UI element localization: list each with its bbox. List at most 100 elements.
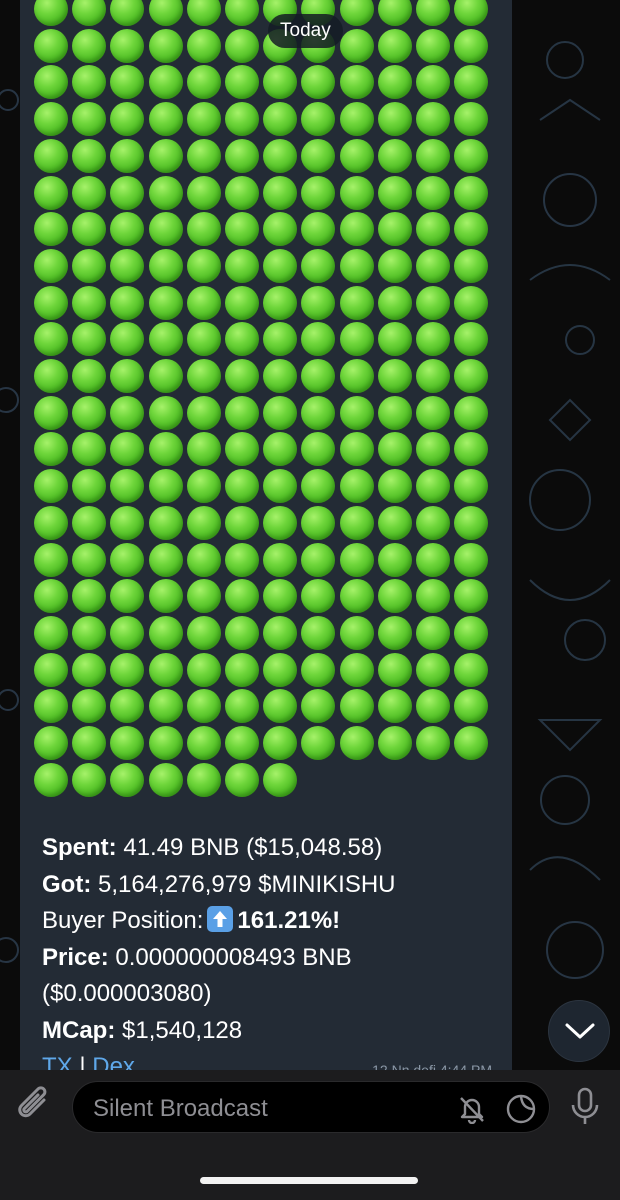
green-dot (148, 579, 183, 614)
green-dot (186, 615, 221, 650)
green-dot (416, 28, 450, 63)
green-dot (416, 65, 450, 100)
green-dot (186, 689, 221, 724)
green-dot (72, 579, 107, 614)
green-dot (72, 615, 107, 650)
green-dot (416, 102, 450, 137)
green-dot (301, 212, 336, 247)
green-dot (377, 615, 412, 650)
green-dot (225, 469, 259, 504)
green-dot (34, 248, 68, 283)
green-dot (454, 0, 489, 26)
green-dot (416, 726, 450, 760)
bell-slash-icon (460, 1097, 484, 1125)
green-dot (186, 175, 221, 210)
green-dot (454, 469, 489, 504)
green-dot (454, 542, 489, 577)
green-dot (339, 359, 374, 393)
green-dot (377, 689, 412, 724)
scroll-down-button[interactable] (548, 1000, 610, 1062)
green-dot (301, 469, 336, 504)
green-dot (34, 469, 68, 504)
green-dot (225, 395, 259, 430)
green-dot (416, 285, 450, 320)
buyer-value: 161.21%! (237, 907, 341, 934)
green-dot (377, 102, 412, 137)
mcap-line: MCap: $1,540,128 (42, 1013, 502, 1050)
green-dot (377, 285, 412, 320)
green-dot (186, 652, 221, 687)
microphone-icon (571, 1087, 599, 1124)
green-dot (186, 102, 221, 137)
green-dot (72, 542, 107, 577)
microphone-button[interactable] (568, 1086, 602, 1130)
attach-button[interactable] (16, 1086, 56, 1130)
green-dot (263, 285, 298, 320)
green-dot (263, 102, 298, 137)
message-input[interactable]: Silent Broadcast (72, 1081, 550, 1133)
green-dot (454, 175, 489, 210)
green-dot (301, 652, 336, 687)
green-dot (377, 65, 412, 100)
green-dot (454, 359, 489, 393)
green-dot (263, 212, 298, 247)
green-dot (72, 28, 107, 63)
green-dot (339, 322, 374, 357)
green-dot (72, 689, 107, 724)
green-dot (225, 359, 259, 393)
green-dot (339, 102, 374, 137)
green-dot (72, 652, 107, 687)
green-dot (377, 212, 412, 247)
green-dot (186, 212, 221, 247)
silent-toggle-button[interactable] (457, 1094, 487, 1125)
green-dot (110, 0, 145, 26)
tx-link[interactable]: TX (42, 1053, 73, 1070)
green-dot (454, 432, 489, 467)
link-separator: | (79, 1053, 86, 1070)
green-dot (34, 359, 68, 393)
green-dot (301, 138, 336, 173)
green-dot (148, 322, 183, 357)
green-dot (148, 505, 183, 540)
green-dot (301, 322, 336, 357)
green-dot (110, 762, 145, 797)
green-dot (34, 432, 68, 467)
sticker-button[interactable] (505, 1093, 537, 1125)
green-dot (263, 469, 298, 504)
green-dot (110, 726, 145, 760)
green-dot (339, 469, 374, 504)
green-dot (225, 138, 259, 173)
green-dot (186, 432, 221, 467)
green-dot (454, 138, 489, 173)
green-dot (339, 212, 374, 247)
green-dot (416, 395, 450, 430)
green-dot (377, 432, 412, 467)
green-dot (416, 359, 450, 393)
green-dot (110, 579, 145, 614)
dex-link[interactable]: Dex (92, 1053, 135, 1070)
green-dot (34, 28, 68, 63)
green-dot (110, 359, 145, 393)
green-dot (72, 726, 107, 760)
got-line: Got: 5,164,276,979 $MINIKISHU (42, 867, 502, 904)
green-dot (301, 102, 336, 137)
green-dot (416, 652, 450, 687)
green-dot (263, 65, 298, 100)
green-dot (377, 0, 412, 26)
sticker-icon (506, 1094, 536, 1124)
green-dot (454, 505, 489, 540)
green-dot (263, 359, 298, 393)
green-dot (377, 726, 412, 760)
green-dot (186, 65, 221, 100)
green-dot (148, 285, 183, 320)
green-dot (301, 726, 336, 760)
green-dot (148, 542, 183, 577)
green-dot (186, 469, 221, 504)
green-dot (416, 0, 450, 26)
green-dot (186, 285, 221, 320)
green-dot (416, 469, 450, 504)
green-dot (34, 395, 68, 430)
green-dot (377, 322, 412, 357)
green-dot (110, 652, 145, 687)
green-dot (301, 542, 336, 577)
